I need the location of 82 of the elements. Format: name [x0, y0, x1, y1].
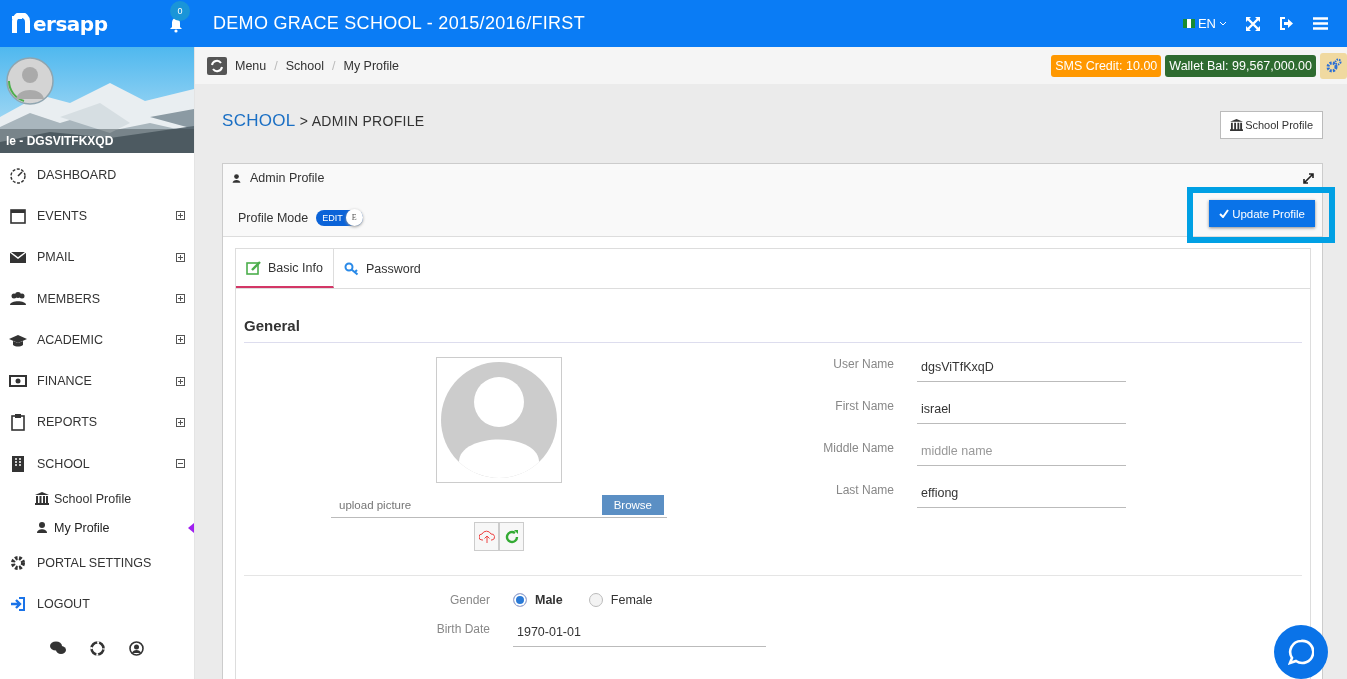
logo-text: ersapp [33, 11, 108, 36]
refresh-icon [504, 529, 519, 544]
logo-icon [10, 12, 32, 35]
menu-item[interactable]: REPORTS [0, 401, 194, 444]
menu-item[interactable]: PMAIL [0, 236, 194, 278]
balance-badge: SMS Credit: 10.00 [1051, 54, 1162, 77]
menu-item[interactable]: ACADEMIC [0, 319, 194, 361]
section-heading: General [244, 317, 1302, 343]
logout-icon [9, 595, 27, 614]
chat-bubble-icon [1288, 639, 1314, 665]
school-title: DEMO GRACE SCHOOL - 2015/2016/FIRST [213, 13, 585, 34]
user-name: le - DGSVITFKXQD [0, 129, 194, 153]
radio-option[interactable]: Male [513, 593, 563, 607]
settings-button[interactable] [1320, 52, 1347, 79]
menu-icon[interactable] [1313, 17, 1328, 30]
flag-icon [1182, 19, 1195, 28]
person-icon [231, 172, 242, 184]
calendar-icon [9, 206, 27, 225]
user-circle-icon[interactable] [129, 640, 144, 656]
mode-label: Profile Mode [238, 210, 309, 225]
gears-icon [1325, 57, 1342, 74]
breadcrumb-separator: / [274, 58, 278, 73]
field-label: Gender [448, 593, 490, 607]
avatar-icon [6, 57, 54, 105]
language-selector[interactable]: EN [1182, 16, 1227, 31]
people-icon [9, 289, 27, 308]
tab[interactable]: Password [333, 249, 431, 288]
field-label: Middle Name [822, 441, 894, 455]
expand-icon[interactable] [176, 294, 185, 304]
expand-icon[interactable] [176, 335, 185, 345]
field-label: User Name [832, 357, 894, 371]
menu-item[interactable]: FINANCE [0, 360, 194, 402]
bank-icon [35, 492, 49, 506]
reset-button[interactable] [499, 522, 524, 551]
cloud-upload-icon [478, 529, 495, 544]
notification-count: 0 [170, 0, 190, 21]
menu-item[interactable]: MEMBERS [0, 277, 194, 320]
radio-option[interactable]: Female [588, 593, 653, 607]
mode-switch[interactable]: EDIT E [316, 209, 363, 226]
collapse-icon[interactable] [176, 459, 185, 469]
edit-icon [246, 260, 262, 275]
refresh-icon[interactable] [207, 56, 227, 75]
page-title: SCHOOL > ADMIN PROFILE [222, 111, 425, 131]
check-icon [1219, 209, 1230, 218]
submenu-item[interactable]: School Profile [0, 484, 194, 514]
caret-icon [1219, 20, 1227, 27]
bank-icon [1230, 119, 1244, 131]
fullscreen-icon[interactable] [1246, 16, 1260, 31]
lifebuoy-icon[interactable] [90, 640, 105, 656]
chat-icon[interactable] [50, 640, 66, 655]
expand-icon[interactable] [176, 211, 185, 221]
field-label: First Name [834, 399, 894, 413]
submenu-item[interactable]: My Profile [0, 513, 194, 543]
avatar-placeholder-icon [436, 357, 562, 483]
breadcrumb-separator: / [332, 58, 336, 73]
menu-item[interactable]: SCHOOL [0, 443, 194, 485]
tab[interactable]: Basic Info [236, 249, 334, 288]
menu-item[interactable]: LOGOUT [0, 583, 194, 625]
expand-icon[interactable] [1303, 172, 1314, 184]
school-profile-button[interactable]: School Profile [1220, 111, 1323, 139]
balance-badge: Wallet Bal: 99,567,000.00 [1165, 54, 1316, 77]
expand-icon[interactable] [176, 376, 185, 386]
exit-icon[interactable] [1279, 17, 1294, 30]
field-label: Birth Date [435, 622, 490, 636]
person-icon [35, 521, 49, 535]
field-label: Last Name [834, 483, 894, 497]
breadcrumb-link[interactable]: School [285, 58, 324, 73]
building-icon [9, 454, 27, 473]
menu-item[interactable]: EVENTS [0, 195, 194, 237]
upload-button[interactable] [474, 522, 499, 551]
expand-icon[interactable] [176, 252, 185, 262]
key-icon [343, 261, 360, 276]
gauge-icon [9, 165, 27, 184]
breadcrumb-link[interactable]: My Profile [343, 58, 400, 73]
update-profile-button[interactable]: Update Profile [1209, 200, 1315, 227]
menu-item[interactable]: PORTAL SETTINGS [0, 542, 194, 584]
breadcrumb-link[interactable]: Menu [235, 58, 267, 73]
gear-icon [9, 554, 27, 572]
menu-item[interactable]: DASHBOARD [0, 154, 194, 196]
expand-icon[interactable] [176, 417, 185, 427]
panel-title: Admin Profile [250, 171, 325, 185]
clipboard-icon [9, 413, 27, 432]
